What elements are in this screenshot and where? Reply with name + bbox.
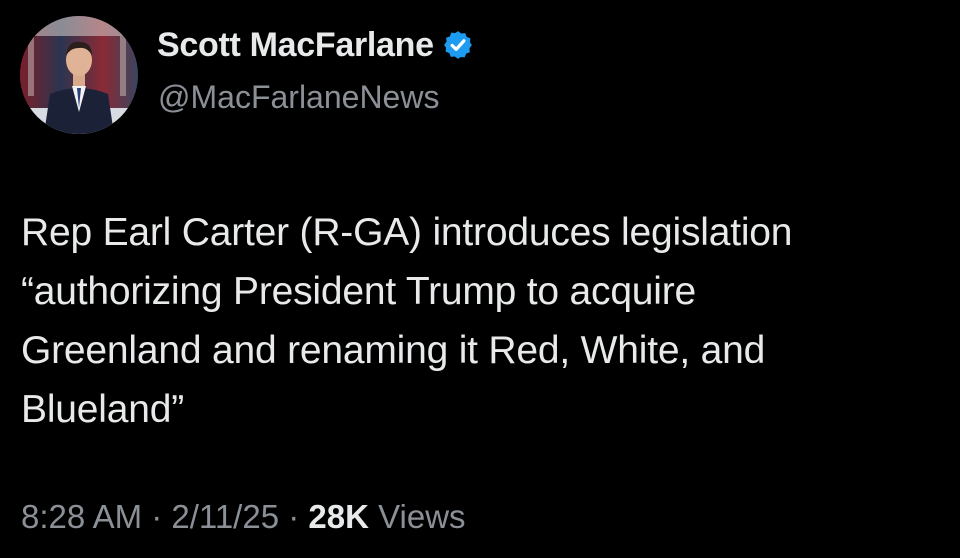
author-handle[interactable]: @MacFarlaneNews [158, 81, 439, 113]
author-display-name[interactable]: Scott MacFarlane [157, 28, 434, 62]
tweet-card[interactable]: Scott MacFarlane @MacFarlaneNews Rep Ear… [0, 0, 960, 558]
views-count[interactable]: 28K [308, 498, 369, 535]
verified-badge-icon [443, 31, 472, 59]
meta-separator: · [142, 498, 172, 535]
views-label: Views [368, 498, 466, 535]
tweet-meta: 8:28 AM · 2/11/25 · 28K Views [21, 500, 466, 533]
avatar[interactable] [20, 16, 138, 134]
tweet-text: Rep Earl Carter (R-GA) introduces legisl… [21, 211, 793, 431]
author-name-row: Scott MacFarlane [157, 28, 474, 62]
tweet-date[interactable]: 2/11/25 [171, 498, 279, 535]
tweet-time[interactable]: 8:28 AM [21, 498, 142, 535]
meta-separator: · [279, 498, 309, 535]
avatar-image [20, 16, 138, 134]
